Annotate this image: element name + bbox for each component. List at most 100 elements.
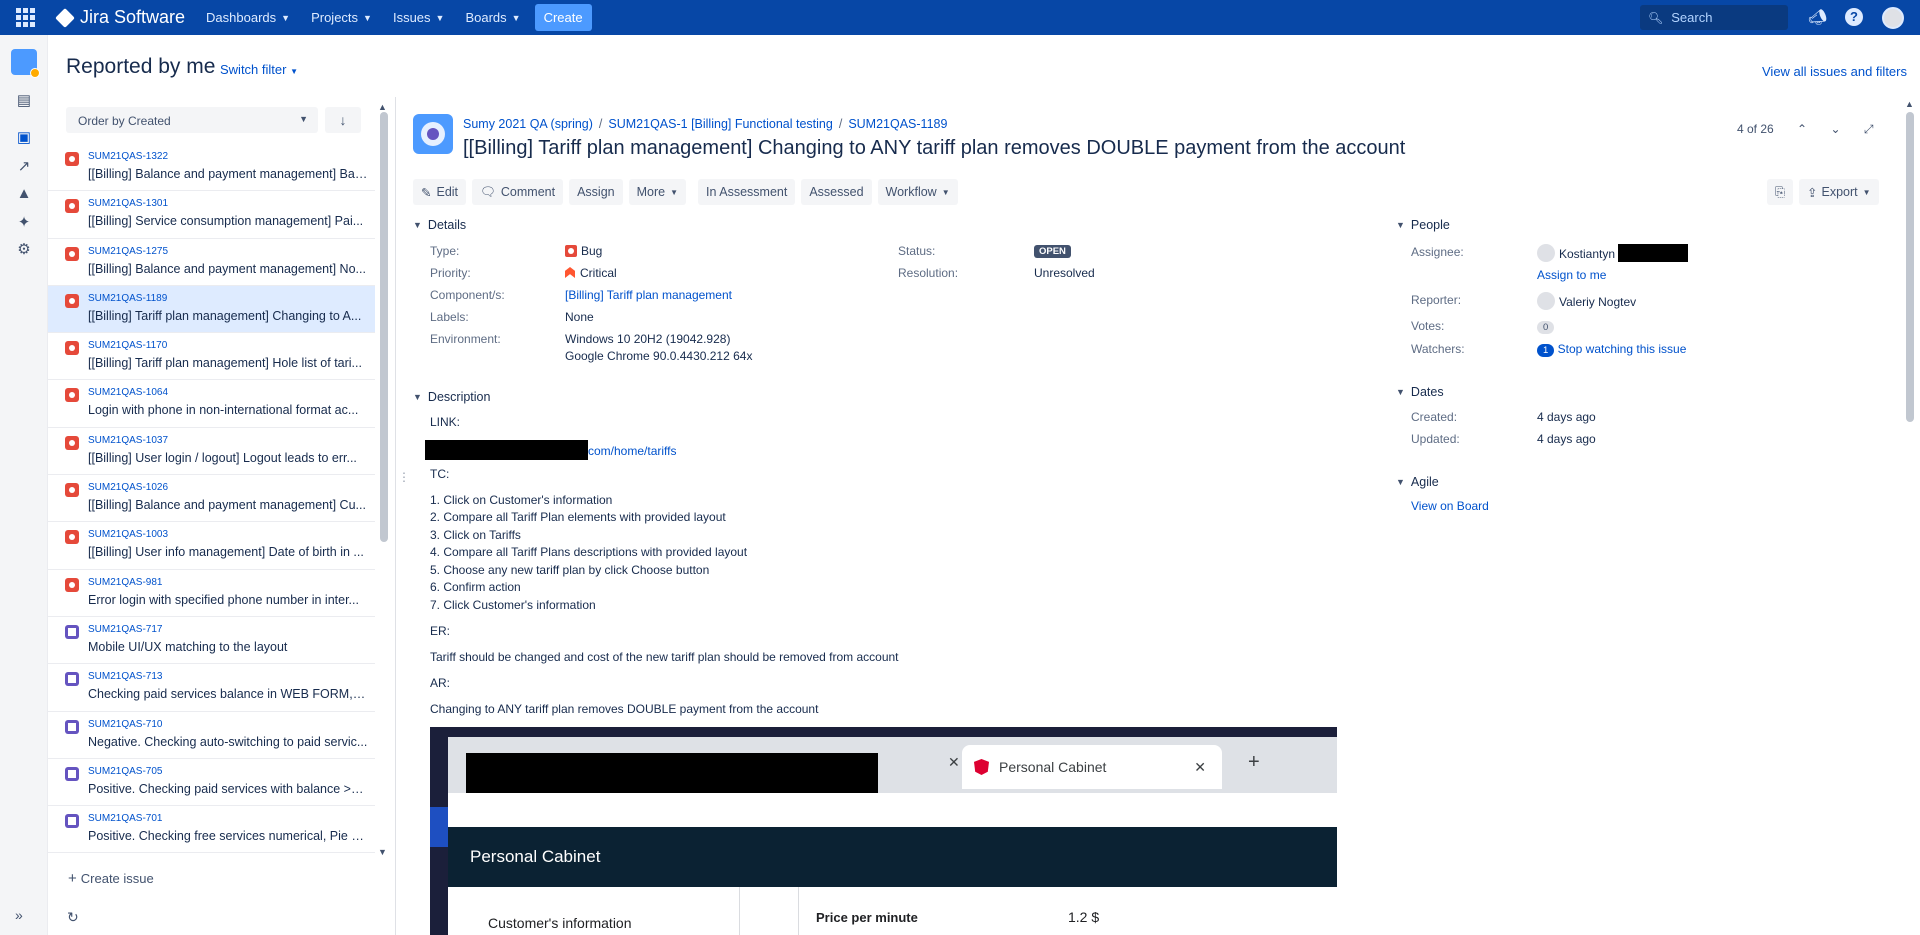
nav-boards[interactable]: Boards ▼ (465, 10, 520, 25)
issue-summary: Checking paid services balance in WEB FO… (88, 687, 368, 702)
list-item[interactable]: SUM21QAS-1189 [[Billing] Tariff plan mana… (48, 285, 375, 334)
list-item[interactable]: SUM21QAS-1026 [[Billing] Balance and paym… (48, 475, 375, 523)
create-button[interactable]: Create (534, 4, 592, 31)
stop-watching-link[interactable]: Stop watching this issue (1558, 342, 1687, 356)
breadcrumb-project[interactable]: Sumy 2021 QA (spring) (463, 117, 593, 131)
scroll-down-icon[interactable]: ▼ (378, 847, 387, 857)
list-item[interactable]: SUM21QAS-701 Positive. Checking free serv… (48, 806, 375, 854)
more-button[interactable]: More ▼ (628, 179, 687, 205)
issues-icon[interactable]: ▣ (15, 130, 33, 146)
assign-to-me-link[interactable]: Assign to me (1537, 268, 1606, 282)
issue-key[interactable]: SUM21QAS-701 (88, 813, 162, 824)
components-icon[interactable]: ✦ (15, 215, 33, 231)
robot-icon (421, 122, 445, 146)
issue-key[interactable]: SUM21QAS-1170 (88, 340, 167, 351)
create-issue-button[interactable]: + Create issue (68, 870, 154, 887)
issue-key[interactable]: SUM21QAS-710 (88, 719, 162, 730)
issue-key[interactable]: SUM21QAS-1064 (88, 387, 168, 398)
list-item[interactable]: SUM21QAS-1301 [[Billing] Service consumpt… (48, 191, 375, 239)
assign-button[interactable]: Assign (569, 179, 623, 205)
nav-issues[interactable]: Issues ▼ (393, 10, 445, 25)
issue-key[interactable]: SUM21QAS-1026 (88, 482, 168, 493)
list-item[interactable]: SUM21QAS-1064 Login with phone in non-int… (48, 380, 375, 428)
list-item[interactable]: SUM21QAS-717 Mobile UI/UX matching to the… (48, 617, 375, 665)
profile-avatar[interactable] (1882, 7, 1904, 29)
issue-key[interactable]: SUM21QAS-713 (88, 671, 162, 682)
jira-logo[interactable]: Jira Software (55, 7, 185, 28)
assignee-value[interactable]: Kostiantyn (1537, 244, 1689, 262)
list-item[interactable]: SUM21QAS-1003 [[Billing] User info manage… (48, 522, 375, 570)
list-item[interactable]: SUM21QAS-713 Checking paid services balan… (48, 664, 375, 712)
view-on-board-link[interactable]: View on Board (1411, 499, 1489, 513)
nav-projects[interactable]: Projects ▼ (311, 10, 372, 25)
dates-section-toggle[interactable]: ▼ Dates (1396, 385, 1444, 399)
issue-key[interactable]: SUM21QAS-981 (88, 577, 162, 588)
megaphone-icon[interactable]: 📣︎ (1808, 8, 1827, 26)
expand-icon[interactable]: ⤢ (1864, 122, 1874, 136)
issue-key[interactable]: SUM21QAS-1275 (88, 246, 168, 257)
reports-icon[interactable]: ↗ (15, 159, 33, 175)
description-section-toggle[interactable]: ▼ Description (413, 390, 490, 404)
project-avatar[interactable] (413, 114, 453, 154)
chevron-down-icon: ▼ (299, 114, 308, 124)
agile-section-toggle[interactable]: ▼ Agile (1396, 475, 1439, 489)
issue-key[interactable]: SUM21QAS-1037 (88, 435, 168, 446)
reporter-value[interactable]: Valeriy Nogtev (1537, 292, 1636, 310)
scrollbar-thumb[interactable] (1906, 112, 1914, 422)
share-button[interactable]: ⎘ (1767, 179, 1794, 205)
list-item[interactable]: SUM21QAS-705 Positive. Checking paid serv… (48, 759, 375, 807)
people-section-toggle[interactable]: ▼ People (1396, 218, 1450, 232)
attached-screenshot[interactable]: ✕ Personal Cabinet ✕ + Personal Cabinet C… (430, 727, 1337, 935)
list-item[interactable]: SUM21QAS-1322 [[Billing] Balance and paym… (48, 144, 375, 192)
switch-filter-button[interactable]: Switch filter ▼ (220, 62, 298, 77)
sort-direction-button[interactable]: ↓ (325, 107, 361, 133)
bug-icon (65, 246, 79, 261)
order-by-select[interactable]: Order by Created ▼ (66, 107, 318, 133)
view-all-issues-link[interactable]: View all issues and filters (1762, 64, 1907, 79)
votes-value[interactable]: 0 (1537, 319, 1555, 334)
assessed-button[interactable]: Assessed (801, 179, 872, 205)
details-section-toggle[interactable]: ▼ Details (413, 218, 466, 232)
export-button[interactable]: ⇪ Export ▼ (1799, 179, 1879, 205)
refresh-icon[interactable]: ↻ (67, 909, 79, 926)
breadcrumb-issue[interactable]: SUM21QAS-1189 (848, 117, 947, 131)
scroll-up-icon[interactable]: ▲ (1905, 99, 1914, 109)
nav-dashboards[interactable]: Dashboards ▼ (206, 10, 290, 25)
breadcrumb-separator: / (838, 117, 843, 131)
next-issue-icon[interactable]: ⌄ (1830, 122, 1840, 136)
expand-sidebar-icon[interactable]: » (15, 907, 23, 923)
list-scrollbar[interactable]: ▲ ▼ (377, 102, 391, 857)
help-icon[interactable]: ? (1845, 8, 1863, 26)
list-item[interactable]: SUM21QAS-1170 [[Billing] Tariff plan mana… (48, 333, 375, 381)
scrollbar-thumb[interactable] (380, 112, 388, 542)
list-item[interactable]: SUM21QAS-710 Negative. Checking auto-swit… (48, 712, 375, 759)
breadcrumb-parent[interactable]: SUM21QAS-1 [Billing] Functional testing (608, 117, 832, 131)
list-item[interactable]: SUM21QAS-1037 [[Billing] User login / log… (48, 428, 375, 476)
component-link[interactable]: [Billing] Tariff plan management (565, 288, 732, 302)
releases-icon[interactable]: ▲ (15, 186, 33, 202)
assignee-name: Kostiantyn (1559, 247, 1616, 261)
issue-key[interactable]: SUM21QAS-1003 (88, 529, 168, 540)
app-switcher-icon[interactable] (16, 7, 36, 28)
issue-key[interactable]: SUM21QAS-1189 (88, 293, 167, 304)
edit-label: Edit (436, 185, 459, 199)
settings-icon[interactable]: ⚙ (15, 242, 33, 258)
scroll-up-icon[interactable]: ▲ (378, 102, 387, 112)
edit-button[interactable]: ✎ Edit (413, 179, 467, 205)
in-assessment-button[interactable]: In Assessment (698, 179, 796, 205)
list-item[interactable]: SUM21QAS-1275 [[Billing] Balance and paym… (48, 239, 375, 286)
issue-key[interactable]: SUM21QAS-705 (88, 766, 162, 777)
page-scrollbar[interactable]: ▲ (1902, 97, 1918, 935)
list-item[interactable]: SUM21QAS-981 Error login with specified p… (48, 570, 375, 617)
roadmap-icon[interactable]: ▤ (15, 93, 33, 109)
issue-key[interactable]: SUM21QAS-1301 (88, 198, 168, 209)
description-link[interactable]: com/home/tariffs (588, 444, 676, 458)
issue-key[interactable]: SUM21QAS-1322 (88, 151, 168, 162)
workflow-button[interactable]: Workflow ▼ (877, 179, 958, 205)
previous-issue-icon[interactable]: ⌃ (1797, 122, 1807, 136)
project-avatar[interactable] (11, 49, 40, 78)
comment-button[interactable]: 🗨︎ Comment (472, 179, 564, 205)
priority-value: Critical (565, 266, 617, 280)
search-input[interactable]: 🔍︎ Search (1640, 5, 1788, 30)
issue-key[interactable]: SUM21QAS-717 (88, 624, 162, 635)
